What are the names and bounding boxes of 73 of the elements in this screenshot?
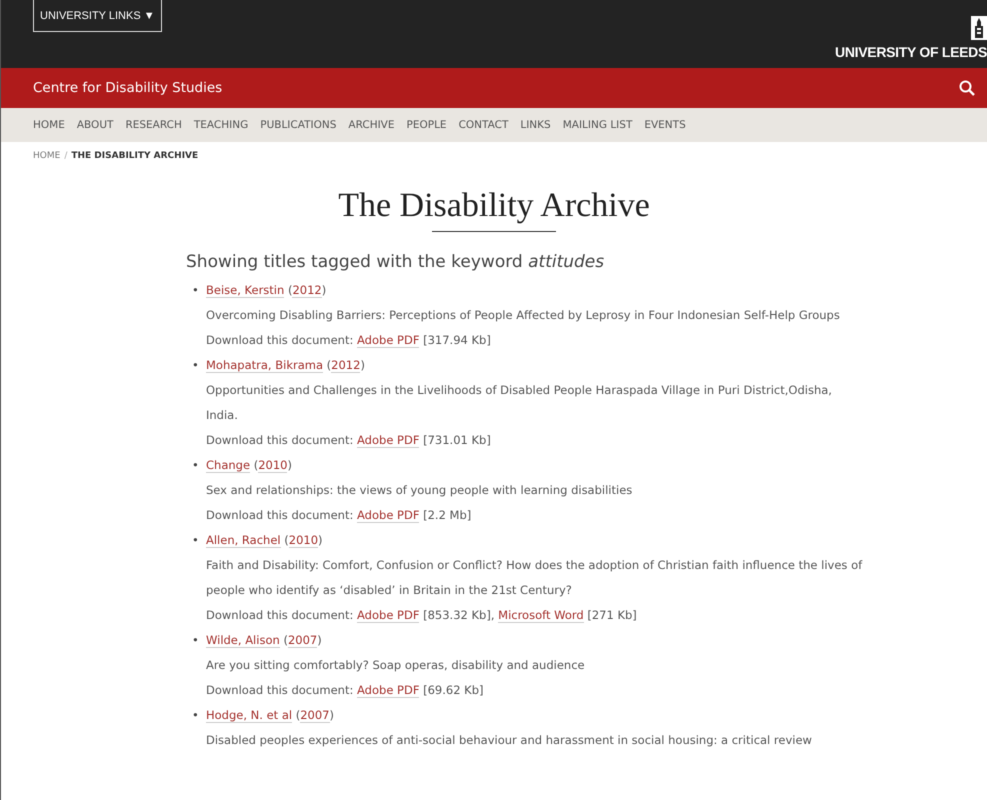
list-bullet: • — [192, 282, 198, 299]
year-link[interactable]: 2010 — [258, 458, 288, 473]
year-link[interactable]: 2012 — [292, 283, 322, 298]
file-size: [731.01 Kb] — [423, 433, 491, 447]
document-title: Are you sitting comfortably? Soap operas, disability and audience — [206, 657, 586, 674]
author-link[interactable]: Beise, Kerstin — [206, 283, 284, 298]
document-title: Faith and Disability: Comfort, Confusion or Conflict? How does the adoption of Christian faith influence the lives of people who identify as ‘disabled’ in Britain in the 21st Century? — [206, 557, 864, 599]
download-label: Download this document: — [206, 508, 354, 522]
download-label: Download this document: — [206, 608, 354, 622]
file-size: [2.2 Mb] — [423, 508, 472, 522]
paren: ) — [287, 458, 292, 472]
logo-text: UNIVERSITY OF LEEDS — [835, 44, 987, 60]
document-title: Disabled peoples experiences of anti-social behaviour and harassment in social housing: a critical review — [206, 732, 813, 749]
nav-link[interactable]: PEOPLE — [406, 119, 447, 131]
paren: ( — [296, 708, 300, 722]
nav-link[interactable]: RESEARCH — [125, 119, 182, 131]
nav-link[interactable]: TEACHING — [194, 119, 248, 131]
file-link[interactable]: Adobe PDF — [357, 433, 420, 448]
intro-text: Showing titles tagged with the keyword attitudes — [186, 252, 606, 272]
year-link[interactable]: 2007 — [288, 633, 318, 648]
list-bullet: • — [192, 457, 198, 474]
year-link[interactable]: 2012 — [331, 358, 360, 373]
document-title: Sex and relationships: the views of young people with learning disabilities — [206, 482, 634, 499]
nav-link[interactable]: PUBLICATIONS — [260, 119, 336, 131]
file-link[interactable]: Adobe PDF — [357, 333, 420, 348]
nav-link[interactable]: CONTACT — [458, 119, 508, 131]
paren: ( — [288, 283, 292, 297]
nav-link[interactable]: MAILING LIST — [562, 119, 632, 131]
paren: ( — [254, 458, 258, 472]
file-size: [317.94 Kb] — [423, 333, 491, 347]
file-link[interactable]: Adobe PDF — [357, 683, 420, 698]
download-label: Download this document: — [206, 433, 354, 447]
year-link[interactable]: 2010 — [288, 533, 318, 548]
paren: ) — [322, 283, 326, 297]
nav-link[interactable]: HOME — [33, 119, 65, 131]
file-size: [853.32 Kb], — [423, 608, 494, 622]
list-bullet: • — [192, 707, 198, 724]
document-title: Overcoming Disabling Barriers: Perceptions of People Affected by Leprosy in Four Indonesian Self-Help Groups — [206, 307, 841, 324]
author-link[interactable]: Change — [206, 458, 250, 473]
download-label: Download this document: — [206, 683, 354, 697]
list-bullet: • — [192, 632, 198, 649]
list-bullet: • — [192, 532, 198, 549]
page-title: The Disability Archive — [337, 187, 651, 225]
file-size: [69.62 Kb] — [423, 683, 484, 697]
nav-link[interactable]: ABOUT — [76, 119, 114, 131]
nav-link[interactable]: EVENTS — [644, 119, 686, 131]
file-link[interactable]: Microsoft Word — [498, 608, 584, 623]
document-title: Opportunities and Challenges in the Livelihoods of Disabled People Haraspada Village in Puri District,Odisha, India. — [206, 382, 833, 424]
university-links-button[interactable]: UNIVERSITY LINKS ▼ — [33, 0, 162, 32]
search-icon[interactable] — [959, 80, 975, 96]
breadcrumb-link[interactable]: HOME — [33, 151, 60, 161]
list-bullet: • — [192, 357, 198, 374]
file-link[interactable]: Adobe PDF — [357, 508, 420, 523]
author-link[interactable]: Hodge, N. et al — [206, 708, 292, 723]
paren: ) — [317, 633, 322, 647]
paren: ) — [360, 358, 365, 372]
site-title[interactable]: Centre for Disability Studies — [33, 80, 222, 96]
nav-link[interactable]: LINKS — [520, 119, 551, 131]
nav-link[interactable]: ARCHIVE — [348, 119, 395, 131]
download-label: Download this document: — [206, 333, 354, 347]
author-link[interactable]: Allen, Rachel — [206, 533, 281, 548]
author-link[interactable]: Wilde, Alison — [206, 633, 280, 648]
paren: ) — [318, 533, 323, 547]
paren: ( — [283, 633, 288, 647]
paren: ( — [284, 533, 289, 547]
file-link[interactable]: Adobe PDF — [357, 608, 420, 623]
breadcrumb-separator: / — [64, 151, 68, 161]
paren: ( — [326, 358, 332, 372]
paren: ) — [330, 708, 334, 722]
author-link[interactable]: Mohapatra, Bikrama — [206, 358, 324, 373]
breadcrumb-current: THE DISABILITY ARCHIVE — [71, 151, 198, 161]
file-size: [271 Kb] — [587, 608, 637, 622]
year-link[interactable]: 2007 — [300, 708, 330, 723]
